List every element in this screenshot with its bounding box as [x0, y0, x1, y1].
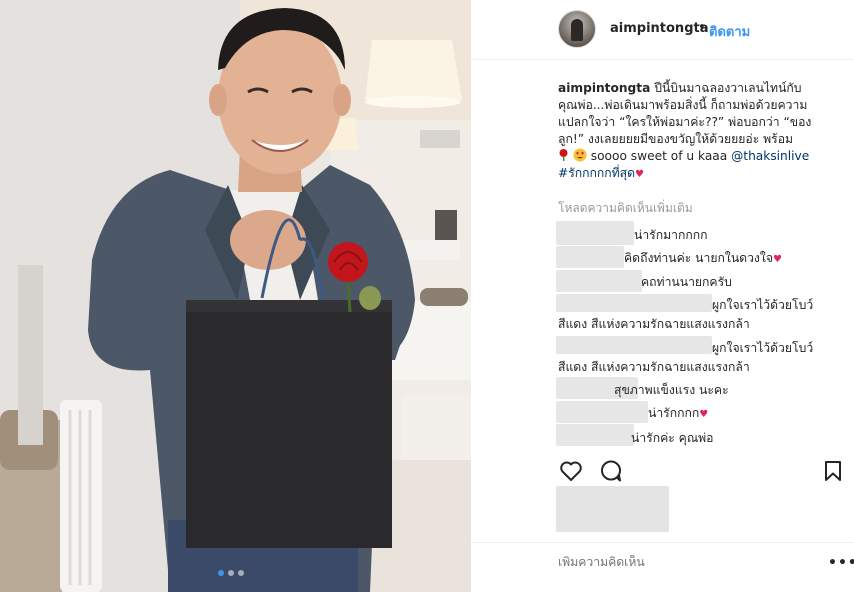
avatar[interactable] [558, 10, 596, 48]
load-more-comments-button[interactable]: โหลดความคิดเห็นเพิ่มเติม [558, 199, 693, 218]
heart-outline-icon[interactable] [558, 458, 584, 484]
blurred-username [556, 246, 624, 268]
carousel-dot[interactable] [218, 570, 224, 576]
blurred-likes-count [556, 486, 669, 532]
comment-body: คิดถึงท่านค่ะ นายกในดวงใจ [624, 251, 773, 265]
post-caption: aimpintongta ปีนี้บินมาฉลองวาเลนไทน์กับ … [558, 80, 842, 183]
blurred-username [556, 424, 634, 446]
comment-text: สุขภาพแข็งแรง นะคะ [614, 383, 729, 397]
blurred-username [556, 221, 634, 245]
rose-emoji-icon [559, 149, 568, 161]
comment-body: น่ารักกกก [648, 406, 700, 420]
comment-text: น่ารักกกก♥ [648, 404, 708, 423]
blurred-username [556, 401, 648, 423]
caption-text: ปีนี้บินมาฉลองวาเลนไทน์กับ [654, 81, 802, 95]
blurred-username [556, 294, 712, 312]
post-sidebar: aimpintongta • ติดตาม aimpintongta ปีนี้… [471, 0, 854, 592]
header-username[interactable]: aimpintongta [610, 21, 708, 36]
hashtag-link[interactable]: #รักกกกกที่สุด [558, 166, 635, 180]
follow-button[interactable]: ติดตาม [709, 21, 750, 42]
post-photo[interactable] [0, 0, 471, 592]
caption-text: ลูก!” งงเลยยยยมีของขวัญให้ด้วยยยอ่ะ พร้อ… [558, 132, 794, 146]
bookmark-icon[interactable] [820, 458, 846, 484]
comment-text: คิดถึงท่านค่ะ นายกในดวงใจ♥ [624, 249, 782, 268]
mention-link[interactable]: @thaksinlive [731, 149, 809, 163]
speech-bubble-icon[interactable] [598, 458, 624, 484]
action-bar [558, 458, 841, 484]
heart-emoji-icon: ♥ [699, 409, 709, 420]
heart-eyes-emoji-icon [573, 148, 587, 162]
blurred-username [556, 336, 712, 354]
comment-text: น่ารักมากกกก [634, 228, 708, 242]
carousel-dots [218, 570, 244, 576]
carousel-dot[interactable] [238, 570, 244, 576]
comment-text: คถท่านนายกครับ [641, 275, 732, 289]
photo-illustration [0, 0, 471, 592]
carousel-dot[interactable] [228, 570, 234, 576]
divider [471, 542, 854, 543]
caption-text: คุณพ่อ...พ่อเดินมาพร้อมสิ่งนี้ ก็ถามพ่อด… [558, 98, 808, 112]
comment-text: ผูกใจเราไว้ด้วยโบว์ [712, 341, 814, 355]
add-comment-input[interactable] [558, 555, 808, 569]
comment-text: สีแดง สีแห่งความรักฉายแสงแรงกล้า [558, 317, 750, 331]
comment-text: สีแดง สีแห่งความรักฉายแสงแรงกล้า [558, 360, 750, 374]
ellipsis-icon[interactable]: ••• [828, 555, 854, 571]
comment-text: น่ารักค่ะ คุณพ่อ [631, 431, 714, 445]
header-separator: • [698, 20, 706, 35]
blurred-username [556, 270, 642, 292]
post-header: aimpintongta • ติดตาม [471, 0, 854, 60]
comment-text: ผูกใจเราไว้ด้วยโบว์ [712, 298, 814, 312]
caption-username[interactable]: aimpintongta [558, 81, 650, 95]
heart-emoji-icon: ♥ [772, 254, 782, 265]
caption-text: แปลกใจว่า “ใครให้พ่อมาค่ะ??” พ่อบอกว่า “… [558, 115, 812, 129]
heart-emoji-icon: ♥ [635, 169, 645, 180]
caption-text: soooo sweet of u kaaa [586, 149, 732, 163]
